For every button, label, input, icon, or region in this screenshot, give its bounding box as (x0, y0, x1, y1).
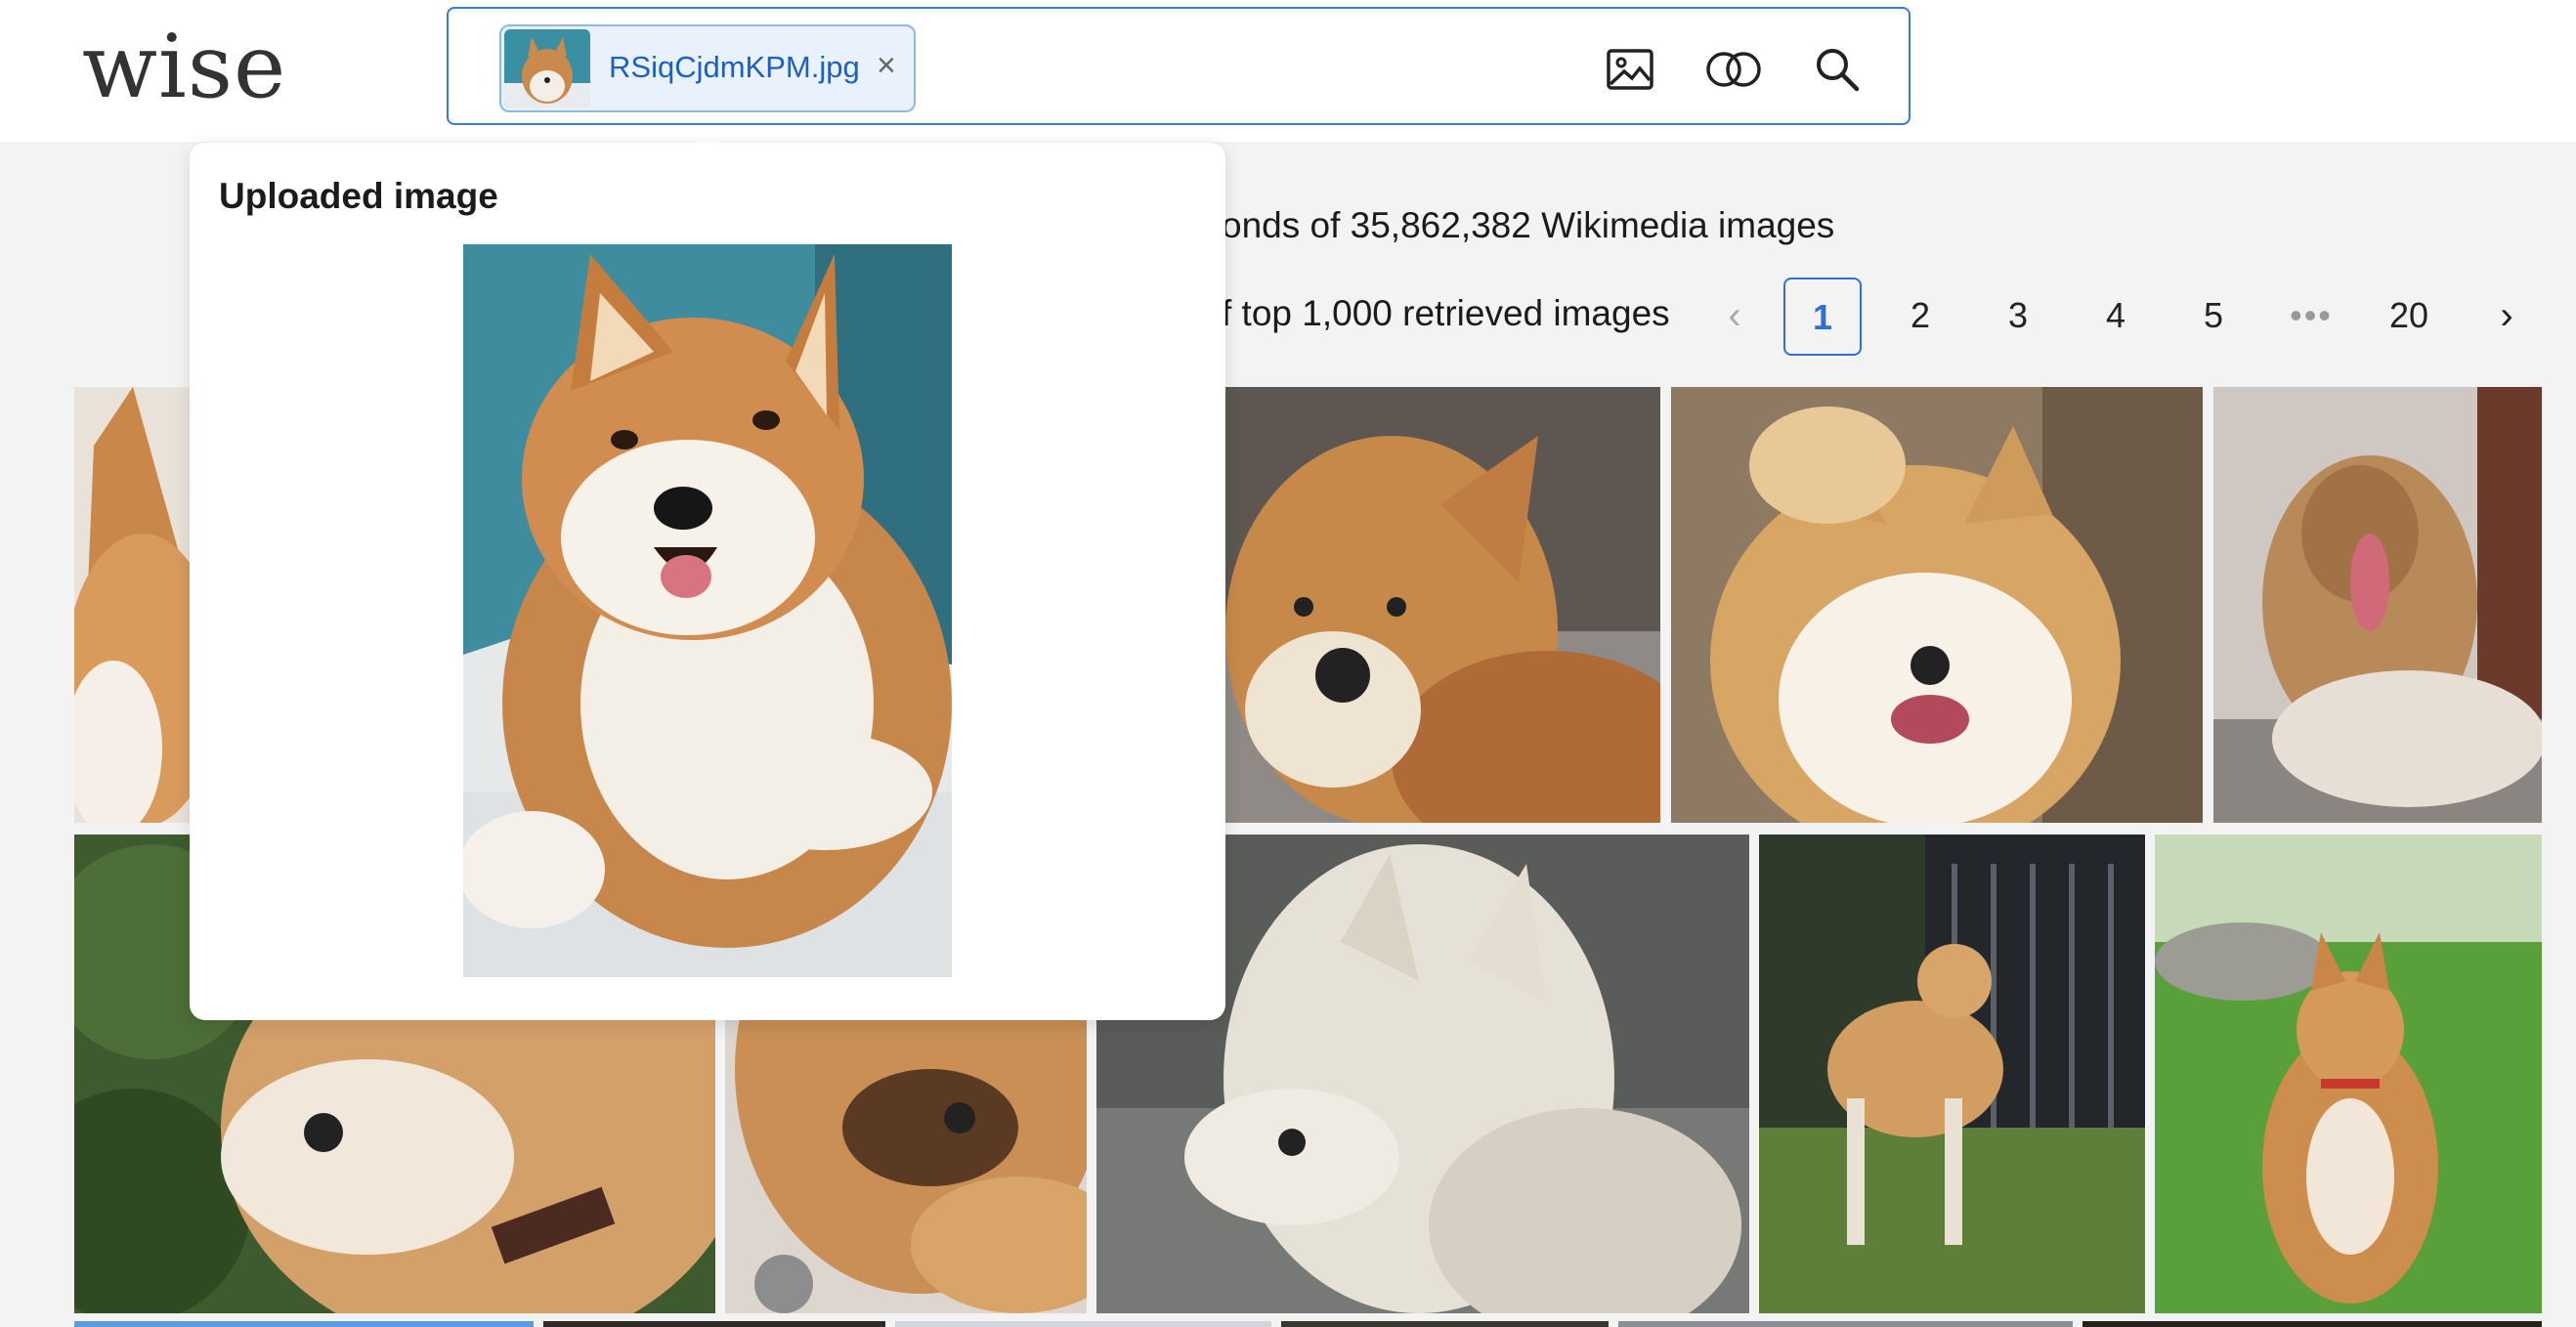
top-header: wise RSiqCjdmKPM.jpg × (0, 0, 2576, 142)
result-image[interactable] (2082, 1321, 2542, 1327)
result-image[interactable] (2155, 835, 2542, 1313)
results-summary-text: onds of 35,862,382 Wikimedia images (1222, 205, 1835, 245)
page-2-button[interactable]: 2 (1881, 278, 1959, 356)
page-4-button[interactable]: 4 (2077, 278, 2155, 356)
uploaded-file-chip[interactable]: RSiqCjdmKPM.jpg × (499, 24, 916, 112)
uploaded-file-thumbnail (504, 29, 590, 107)
search-icon[interactable] (1812, 44, 1863, 95)
result-image[interactable] (895, 1321, 1271, 1327)
popover-title: Uploaded image (219, 176, 498, 216)
page-3-button[interactable]: 3 (1979, 278, 2057, 356)
uploaded-image-preview (463, 244, 952, 977)
next-page-icon[interactable]: › (2468, 278, 2546, 356)
pagination-ellipsis: ••• (2290, 295, 2333, 335)
page-1-button[interactable]: 1 (1783, 278, 1862, 356)
uploaded-file-name: RSiqCjdmKPM.jpg (609, 50, 860, 84)
result-image[interactable] (1759, 835, 2145, 1313)
page-5-button[interactable]: 5 (2174, 278, 2253, 356)
page-info-text: f top 1,000 retrieved images (1222, 293, 1670, 333)
remove-file-icon[interactable]: × (877, 46, 896, 85)
result-image[interactable] (74, 1321, 534, 1327)
combine-icon[interactable] (1704, 44, 1763, 95)
wise-logo[interactable]: wise (82, 14, 286, 121)
result-image[interactable] (1671, 387, 2203, 823)
result-image[interactable] (1281, 1321, 1609, 1327)
image-search-icon[interactable] (1605, 44, 1655, 95)
uploaded-image-popover: Uploaded image (190, 143, 1225, 1020)
search-bar[interactable]: RSiqCjdmKPM.jpg × (447, 7, 1911, 125)
result-image[interactable] (2213, 387, 2542, 823)
prev-page-icon[interactable]: ‹ (1696, 278, 1774, 356)
result-image[interactable] (1225, 387, 1660, 823)
page-20-button[interactable]: 20 (2370, 278, 2448, 356)
result-image[interactable] (1618, 1321, 2073, 1327)
result-image[interactable] (543, 1321, 885, 1327)
logo-text: wise (82, 16, 287, 118)
